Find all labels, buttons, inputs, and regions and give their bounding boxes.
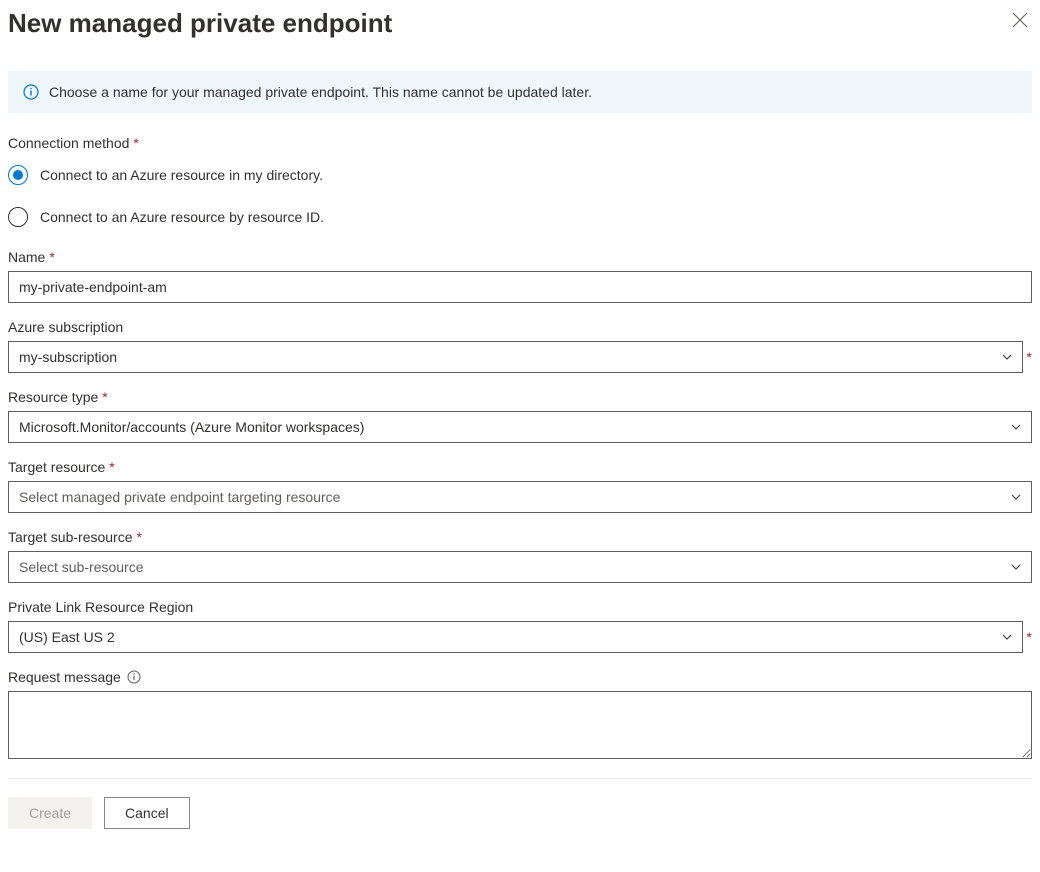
target-resource-label: Target resource* <box>8 459 1032 475</box>
radio-connect-directory[interactable]: Connect to an Azure resource in my direc… <box>8 165 1032 185</box>
info-text: Choose a name for your managed private e… <box>49 84 592 100</box>
required-indicator: * <box>1027 629 1032 645</box>
radio-icon <box>8 207 28 227</box>
request-message-label: Request message <box>8 669 1032 685</box>
create-button[interactable]: Create <box>8 797 92 829</box>
page-title: New managed private endpoint <box>8 8 392 39</box>
radio-connect-resource-id[interactable]: Connect to an Azure resource by resource… <box>8 207 1032 227</box>
region-select[interactable] <box>8 621 1023 653</box>
name-label: Name* <box>8 249 1032 265</box>
radio-connect-directory-label: Connect to an Azure resource in my direc… <box>40 167 323 183</box>
cancel-button[interactable]: Cancel <box>104 797 190 829</box>
subscription-label: Azure subscription <box>8 319 1032 335</box>
resource-type-label: Resource type* <box>8 389 1032 405</box>
required-indicator: * <box>1027 349 1032 365</box>
resource-type-select[interactable] <box>8 411 1032 443</box>
info-icon <box>23 84 39 100</box>
radio-connect-resource-id-label: Connect to an Azure resource by resource… <box>40 209 324 225</box>
target-resource-select[interactable] <box>8 481 1032 513</box>
subscription-select[interactable] <box>8 341 1023 373</box>
radio-icon <box>8 165 28 185</box>
close-icon <box>1012 12 1028 28</box>
request-message-input[interactable] <box>8 691 1032 759</box>
info-icon <box>127 670 141 684</box>
target-resource-value[interactable] <box>8 481 1032 513</box>
region-value[interactable] <box>8 621 1023 653</box>
target-sub-resource-label: Target sub-resource* <box>8 529 1032 545</box>
target-sub-resource-value[interactable] <box>8 551 1032 583</box>
close-button[interactable] <box>1008 8 1032 35</box>
resource-type-value[interactable] <box>8 411 1032 443</box>
target-sub-resource-select[interactable] <box>8 551 1032 583</box>
subscription-value[interactable] <box>8 341 1023 373</box>
region-label: Private Link Resource Region <box>8 599 1032 615</box>
connection-method-label: Connection method* <box>8 135 1032 151</box>
name-input[interactable] <box>8 271 1032 303</box>
info-banner: Choose a name for your managed private e… <box>8 71 1032 113</box>
